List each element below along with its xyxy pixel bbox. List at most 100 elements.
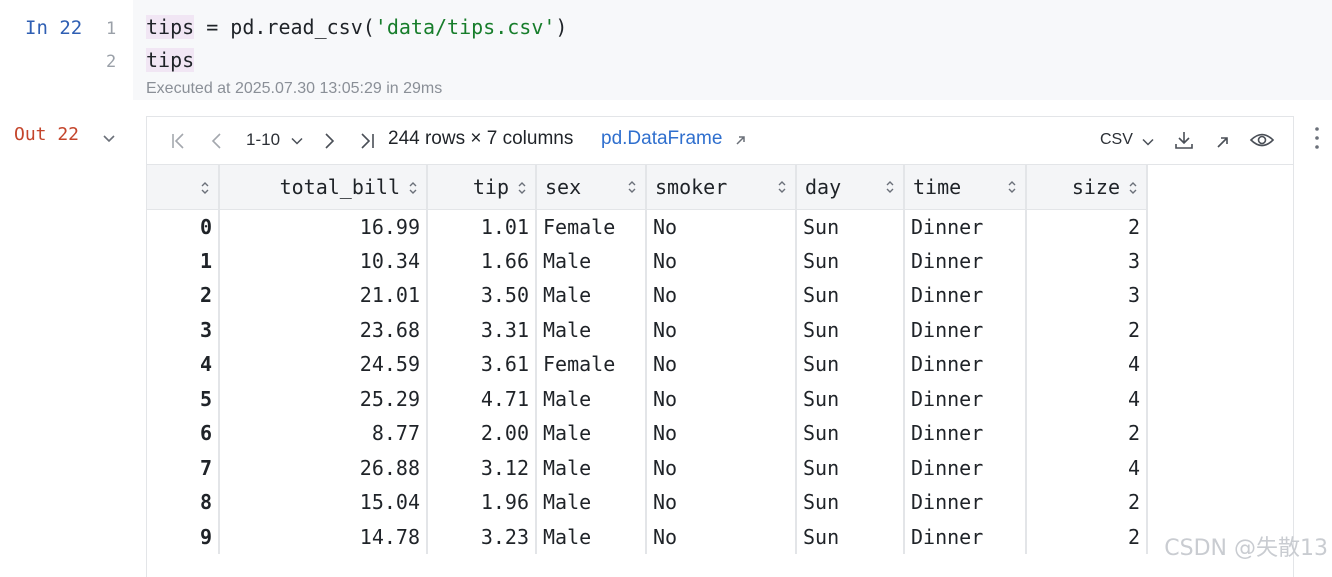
column-header-smoker[interactable]: smoker <box>646 165 797 210</box>
variable-token: tips <box>146 48 195 72</box>
table-cell: Male <box>536 312 647 347</box>
eye-icon[interactable] <box>1249 129 1275 151</box>
line-number-2: 2 <box>106 52 117 72</box>
table-cell: Dinner <box>904 209 1027 244</box>
row-index-cell: 9 <box>147 519 220 554</box>
table-cell: 3 <box>1026 243 1148 278</box>
table-cell: Sun <box>796 450 905 485</box>
column-header-total-bill[interactable]: total_bill <box>219 165 428 210</box>
table-cell: 1.96 <box>427 485 537 520</box>
rows-columns-info: 244 rows × 7 columns <box>388 128 574 149</box>
table-cell: 25.29 <box>219 381 428 416</box>
sort-icon[interactable] <box>200 180 210 196</box>
table-cell: Sun <box>796 485 905 520</box>
next-page-icon[interactable] <box>318 130 340 152</box>
table-cell: 2.00 <box>427 416 537 451</box>
table-row[interactable]: 7 26.88 3.12 Male No Sun Dinner 4 <box>147 450 1148 485</box>
row-index-cell: 3 <box>147 312 220 347</box>
table-cell: Sun <box>796 347 905 382</box>
table-row[interactable]: 6 8.77 2.00 Male No Sun Dinner 2 <box>147 416 1148 451</box>
table-cell: Female <box>536 209 647 244</box>
export-format-dropdown[interactable]: CSV <box>1100 131 1133 149</box>
sort-icon[interactable] <box>885 179 895 195</box>
sort-icon[interactable] <box>408 180 418 196</box>
table-cell: Dinner <box>904 416 1027 451</box>
table-row[interactable]: 8 15.04 1.96 Male No Sun Dinner 2 <box>147 485 1148 520</box>
row-index-cell: 6 <box>147 416 220 451</box>
row-index-cell: 7 <box>147 450 220 485</box>
page-range-dropdown[interactable]: 1-10 <box>246 130 280 150</box>
table-cell: Sun <box>796 312 905 347</box>
table-body: 0 16.99 1.01 Female No Sun Dinner 2 1 10.34 1.66 Ma… <box>147 209 1148 554</box>
table-cell: No <box>646 450 797 485</box>
table-cell: 2 <box>1026 209 1148 244</box>
table-row[interactable]: 4 24.59 3.61 Female No Sun Dinner 4 <box>147 347 1148 382</box>
sort-icon[interactable] <box>777 179 787 195</box>
table-cell: Dinner <box>904 381 1027 416</box>
code-token: = pd.read_csv( <box>194 15 375 39</box>
table-cell: 3.50 <box>427 278 537 313</box>
table-cell: 16.99 <box>219 209 428 244</box>
execution-info: Executed at 2025.07.30 13:05:29 in 29ms <box>146 80 443 97</box>
table-cell: Dinner <box>904 450 1027 485</box>
table-cell: No <box>646 312 797 347</box>
table-row[interactable]: 3 23.68 3.31 Male No Sun Dinner 2 <box>147 312 1148 347</box>
table-cell: Dinner <box>904 312 1027 347</box>
first-page-icon[interactable] <box>168 130 190 152</box>
table-cell: Male <box>536 519 647 554</box>
table-cell: No <box>646 485 797 520</box>
sort-icon[interactable] <box>1128 180 1138 196</box>
table-cell: 3.61 <box>427 347 537 382</box>
table-cell: 2 <box>1026 416 1148 451</box>
table-cell: Sun <box>796 519 905 554</box>
external-arrow-icon[interactable] <box>734 134 747 147</box>
table-cell: Male <box>536 416 647 451</box>
row-index-cell: 8 <box>147 485 220 520</box>
table-cell: Dinner <box>904 243 1027 278</box>
table-cell: 26.88 <box>219 450 428 485</box>
table-cell: 4 <box>1026 347 1148 382</box>
last-page-icon[interactable] <box>356 130 378 152</box>
table-row[interactable]: 5 25.29 4.71 Male No Sun Dinner 4 <box>147 381 1148 416</box>
column-header-index[interactable] <box>147 165 220 210</box>
table-row[interactable]: 1 10.34 1.66 Male No Sun Dinner 3 <box>147 243 1148 278</box>
chevron-down-icon[interactable] <box>1141 135 1155 149</box>
table-cell: 2 <box>1026 519 1148 554</box>
table-cell: Male <box>536 450 647 485</box>
column-header-sex[interactable]: sex <box>536 165 647 210</box>
table-cell: 1.66 <box>427 243 537 278</box>
table-row[interactable]: 0 16.99 1.01 Female No Sun Dinner 2 <box>147 209 1148 244</box>
table-cell: 2 <box>1026 312 1148 347</box>
table-cell: 8.77 <box>219 416 428 451</box>
table-cell: No <box>646 278 797 313</box>
collapse-output-icon[interactable] <box>99 128 119 148</box>
sort-icon[interactable] <box>627 179 637 195</box>
open-external-icon[interactable] <box>1212 131 1234 153</box>
code-line-1[interactable]: tips = pd.read_csv('data/tips.csv') <box>146 15 567 39</box>
table-cell: No <box>646 347 797 382</box>
row-index-cell: 4 <box>147 347 220 382</box>
dataframe-type-link[interactable]: pd.DataFrame <box>601 128 722 150</box>
table-cell: Dinner <box>904 519 1027 554</box>
prev-page-icon[interactable] <box>206 130 228 152</box>
table-cell: 3.23 <box>427 519 537 554</box>
table-cell: 24.59 <box>219 347 428 382</box>
chevron-down-icon[interactable] <box>290 134 304 148</box>
column-header-day[interactable]: day <box>796 165 905 210</box>
column-header-size[interactable]: size <box>1026 165 1148 210</box>
column-header-time[interactable]: time <box>904 165 1027 210</box>
table-row[interactable]: 9 14.78 3.23 Male No Sun Dinner 2 <box>147 519 1148 554</box>
table-cell: Male <box>536 381 647 416</box>
line-number-1: 1 <box>106 19 117 39</box>
code-line-2[interactable]: tips <box>146 48 195 72</box>
table-cell: Male <box>536 243 647 278</box>
sort-icon[interactable] <box>1007 179 1017 195</box>
table-cell: 3.12 <box>427 450 537 485</box>
row-index-cell: 1 <box>147 243 220 278</box>
download-icon[interactable] <box>1173 129 1195 151</box>
sort-icon[interactable] <box>517 180 527 196</box>
table-cell: Dinner <box>904 278 1027 313</box>
more-options-icon[interactable] <box>1310 124 1324 152</box>
column-header-tip[interactable]: tip <box>427 165 537 210</box>
table-row[interactable]: 2 21.01 3.50 Male No Sun Dinner 3 <box>147 278 1148 313</box>
